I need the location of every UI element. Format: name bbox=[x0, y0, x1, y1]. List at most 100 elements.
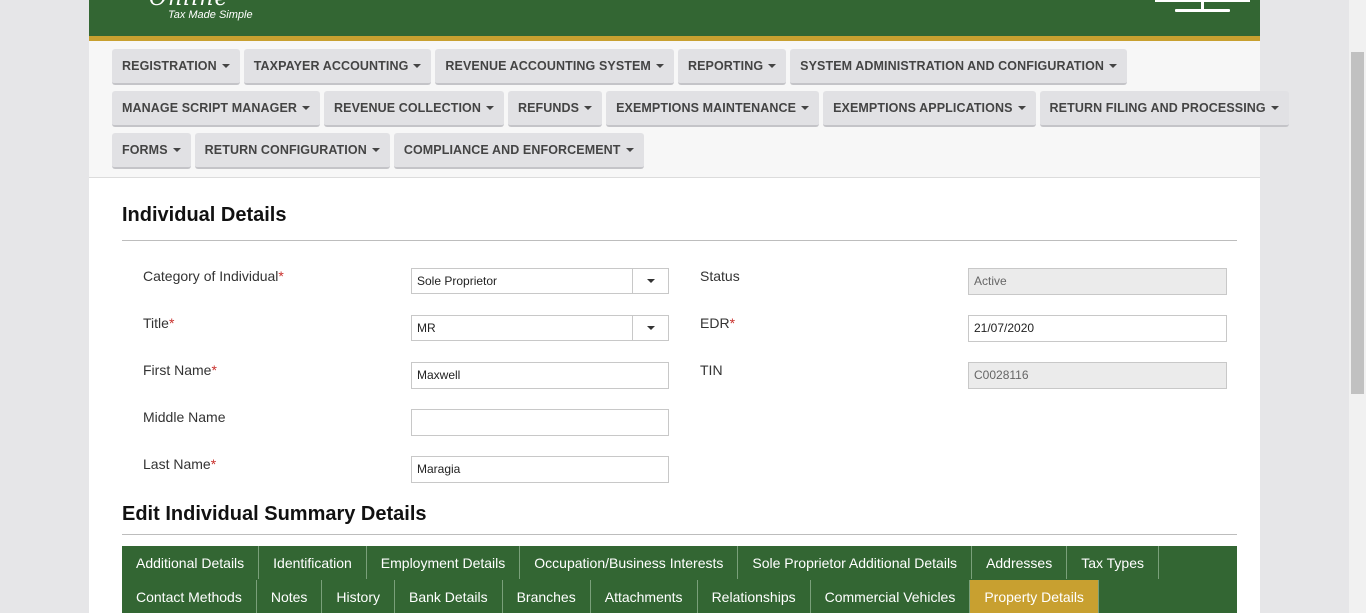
nav-label: COMPLIANCE AND ENFORCEMENT bbox=[403, 143, 621, 157]
first-name-label: First Name* bbox=[143, 362, 217, 378]
required-marker: * bbox=[278, 268, 284, 284]
nav-forms[interactable]: FORMS bbox=[112, 133, 191, 169]
nav-row-1: REGISTRATION TAXPAYER ACCOUNTING REVENUE… bbox=[112, 49, 1128, 85]
divider bbox=[122, 534, 1237, 535]
title-select-value: MR bbox=[417, 321, 436, 335]
tab-addresses[interactable]: Addresses bbox=[972, 546, 1068, 579]
status-field: Active bbox=[968, 268, 1227, 295]
caret-down-icon bbox=[485, 106, 494, 110]
caret-down-icon bbox=[655, 64, 664, 68]
category-select-value: Sole Proprietor bbox=[417, 274, 498, 288]
nav-label: TAXPAYER ACCOUNTING bbox=[253, 59, 409, 73]
nav-label: REGISTRATION bbox=[122, 59, 217, 73]
nav-revenue-accounting-system[interactable]: REVENUE ACCOUNTING SYSTEM bbox=[435, 49, 674, 85]
caret-down-icon bbox=[413, 64, 422, 68]
tab-property-details[interactable]: Property Details bbox=[970, 580, 1099, 613]
nav-label: REVENUE ACCOUNTING SYSTEM bbox=[445, 59, 651, 73]
tin-label: TIN bbox=[700, 362, 723, 378]
nav-registration[interactable]: REGISTRATION bbox=[112, 49, 240, 85]
caret-down-icon bbox=[221, 64, 230, 68]
caret-down-icon bbox=[801, 106, 810, 110]
tab-branches[interactable]: Branches bbox=[503, 580, 591, 613]
main-navigation: REGISTRATION TAXPAYER ACCOUNTING REVENUE… bbox=[89, 41, 1289, 178]
nav-label: FORMS bbox=[122, 143, 168, 157]
last-name-label-text: Last Name bbox=[143, 456, 211, 472]
caret-down-icon bbox=[768, 64, 777, 68]
nav-revenue-collection[interactable]: REVENUE COLLECTION bbox=[324, 91, 504, 127]
page-title: Individual Details bbox=[122, 204, 287, 226]
status-label: Status bbox=[700, 268, 740, 284]
caret-down-icon bbox=[1109, 64, 1118, 68]
nav-reporting[interactable]: REPORTING bbox=[677, 49, 787, 85]
tab-occupation-business[interactable]: Occupation/Business Interests bbox=[520, 546, 739, 579]
nav-taxpayer-accounting[interactable]: TAXPAYER ACCOUNTING bbox=[243, 49, 432, 85]
caret-down-icon bbox=[625, 148, 634, 152]
nav-label: REVENUE COLLECTION bbox=[334, 101, 481, 115]
last-name-field[interactable]: Maragia bbox=[411, 456, 669, 483]
first-name-label-text: First Name bbox=[143, 362, 212, 378]
summary-tabs: Additional Details Identification Employ… bbox=[122, 546, 1237, 613]
tab-attachments[interactable]: Attachments bbox=[591, 580, 698, 613]
nav-return-configuration[interactable]: RETURN CONFIGURATION bbox=[194, 133, 390, 169]
nav-refunds[interactable]: REFUNDS bbox=[507, 91, 603, 127]
caret-down-icon bbox=[371, 148, 380, 152]
chevron-down-icon[interactable] bbox=[632, 316, 668, 340]
title-label-text: Title bbox=[143, 315, 169, 331]
caret-down-icon bbox=[172, 148, 181, 152]
nav-exemptions-maintenance[interactable]: EXEMPTIONS MAINTENANCE bbox=[606, 91, 820, 127]
tab-commercial-vehicles[interactable]: Commercial Vehicles bbox=[811, 580, 971, 613]
required-marker: * bbox=[168, 315, 175, 331]
category-label: Category of Individual* bbox=[143, 268, 284, 284]
caret-down-icon bbox=[584, 106, 593, 110]
tab-additional-details[interactable]: Additional Details bbox=[122, 546, 260, 579]
nav-return-filing[interactable]: RETURN FILING AND PROCESSING bbox=[1039, 91, 1289, 127]
nav-system-administration[interactable]: SYSTEM ADMINISTRATION AND CONFIGURATION bbox=[790, 49, 1128, 85]
nav-manage-script-manager[interactable]: MANAGE SCRIPT MANAGER bbox=[112, 91, 321, 127]
required-marker: * bbox=[729, 315, 736, 331]
tab-employment-details[interactable]: Employment Details bbox=[367, 546, 521, 579]
nav-label: EXEMPTIONS APPLICATIONS bbox=[833, 101, 1013, 115]
scale-icon bbox=[1155, 0, 1250, 12]
caret-down-icon bbox=[302, 106, 311, 110]
nav-label: RETURN FILING AND PROCESSING bbox=[1049, 101, 1266, 115]
tab-history[interactable]: History bbox=[322, 580, 395, 613]
category-select[interactable]: Sole Proprietor bbox=[411, 268, 669, 294]
title-select[interactable]: MR bbox=[411, 315, 669, 341]
logo-tagline: Tax Made Simple bbox=[168, 9, 253, 21]
nav-row-3: FORMS RETURN CONFIGURATION COMPLIANCE AN… bbox=[112, 133, 644, 169]
edr-label: EDR* bbox=[700, 315, 735, 331]
caret-down-icon bbox=[1270, 106, 1279, 110]
tab-tax-types[interactable]: Tax Types bbox=[1067, 546, 1159, 579]
chevron-down-icon[interactable] bbox=[632, 269, 668, 293]
last-name-label: Last Name* bbox=[143, 456, 216, 472]
nav-label: REFUNDS bbox=[517, 101, 580, 115]
nav-row-2: MANAGE SCRIPT MANAGER REVENUE COLLECTION… bbox=[112, 91, 1289, 127]
edr-label-text: EDR bbox=[700, 315, 730, 331]
title-label: Title* bbox=[143, 315, 174, 331]
nav-label: REPORTING bbox=[687, 59, 764, 73]
tab-contact-methods[interactable]: Contact Methods bbox=[122, 580, 257, 613]
summary-title: Edit Individual Summary Details bbox=[122, 503, 427, 525]
nav-label: MANAGE SCRIPT MANAGER bbox=[122, 101, 298, 115]
tab-relationships[interactable]: Relationships bbox=[698, 580, 811, 613]
first-name-field[interactable]: Maxwell bbox=[411, 362, 669, 389]
tab-bank-details[interactable]: Bank Details bbox=[395, 580, 503, 613]
nav-exemptions-applications[interactable]: EXEMPTIONS APPLICATIONS bbox=[823, 91, 1036, 127]
nav-compliance-enforcement[interactable]: COMPLIANCE AND ENFORCEMENT bbox=[393, 133, 644, 169]
nav-label: SYSTEM ADMINISTRATION AND CONFIGURATION bbox=[800, 59, 1105, 73]
header-bar: Online Tax Made Simple bbox=[89, 0, 1260, 36]
tab-notes[interactable]: Notes bbox=[257, 580, 323, 613]
tin-field: C0028116 bbox=[968, 362, 1227, 389]
tab-sole-proprietor-details[interactable]: Sole Proprietor Additional Details bbox=[738, 546, 973, 579]
scrollbar[interactable] bbox=[1349, 0, 1366, 613]
required-marker: * bbox=[211, 362, 217, 378]
category-label-text: Category of Individual bbox=[143, 268, 279, 284]
edr-date-field[interactable]: 21/07/2020 bbox=[968, 315, 1227, 342]
scrollbar-thumb[interactable] bbox=[1351, 52, 1364, 394]
tab-row-1: Additional Details Identification Employ… bbox=[122, 546, 1159, 579]
caret-down-icon bbox=[1017, 106, 1026, 110]
divider bbox=[122, 240, 1237, 241]
middle-name-field[interactable] bbox=[411, 409, 669, 436]
middle-name-label: Middle Name bbox=[143, 409, 226, 425]
tab-identification[interactable]: Identification bbox=[259, 546, 367, 579]
